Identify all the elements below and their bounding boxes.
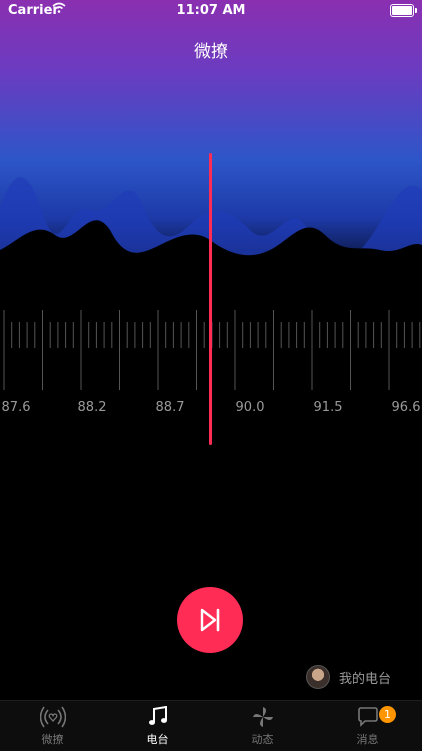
tab-label: 微撩: [41, 733, 64, 746]
play-next-icon: [200, 608, 220, 632]
frequency-label: 96.6: [391, 400, 421, 415]
page-title: 微撩: [194, 42, 228, 62]
tab-messages[interactable]: 1 消息: [315, 701, 420, 751]
tab-radio[interactable]: 电台: [105, 701, 210, 751]
tab-label: 消息: [356, 733, 379, 746]
tuning-needle[interactable]: [209, 153, 212, 445]
pinwheel-icon: [252, 707, 273, 727]
tab-label: 电台: [146, 733, 169, 746]
my-station-link[interactable]: 我的电台: [306, 665, 391, 689]
frequency-label: 88.2: [77, 400, 107, 415]
radio-signal-icon: [39, 706, 66, 728]
tab-bar: 微撩 电台 动态 1 消息: [0, 700, 422, 751]
avatar: [306, 665, 330, 689]
unread-badge: 1: [379, 706, 396, 723]
music-note-icon: [148, 706, 167, 725]
tab-label: 动态: [251, 733, 274, 746]
frequency-label: 90.0: [235, 400, 265, 415]
battery-icon: [390, 4, 417, 17]
radio-screen: Carrier 11:07 AM 微撩 87.6 88.2 88.7 90.0 …: [0, 0, 422, 751]
frequency-label: 87.6: [1, 400, 31, 415]
frequency-label: 91.5: [313, 400, 343, 415]
frequency-label: 88.7: [155, 400, 185, 415]
tab-feed[interactable]: 动态: [210, 701, 315, 751]
play-next-button[interactable]: [177, 587, 243, 653]
my-station-label: 我的电台: [339, 671, 392, 687]
tab-weiliao[interactable]: 微撩: [0, 701, 105, 751]
chat-bubble-icon: [357, 707, 378, 727]
clock: 11:07 AM: [176, 3, 246, 18]
status-bar: Carrier 11:07 AM: [0, 0, 422, 22]
